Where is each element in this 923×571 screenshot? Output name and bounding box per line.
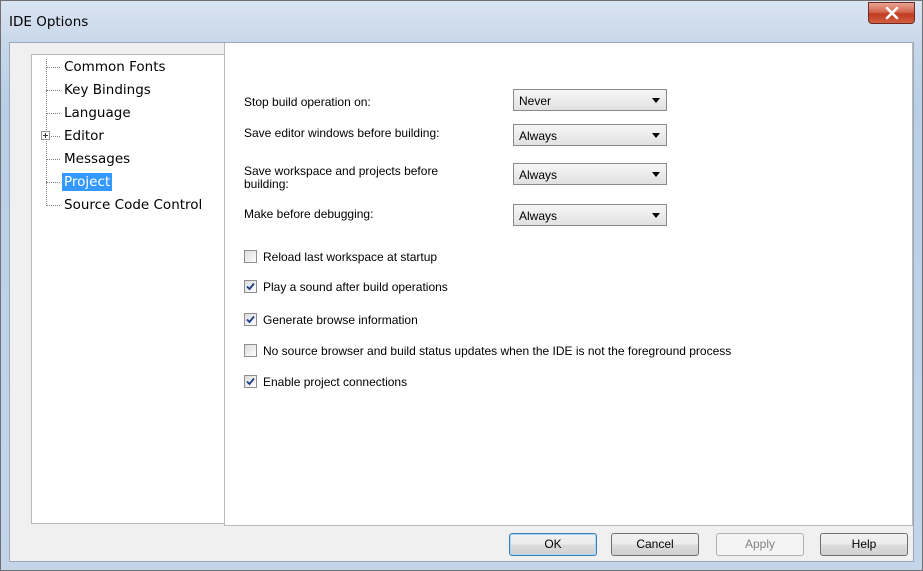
- ide-options-dialog: IDE Options Common Fonts Key Bindings La…: [0, 0, 923, 571]
- close-button[interactable]: [868, 2, 915, 24]
- checkbox-label: Enable project connections: [263, 375, 408, 389]
- checkbox-label: No source browser and build status updat…: [263, 344, 732, 358]
- dropdown-value: Always: [519, 168, 558, 182]
- chevron-down-icon: [652, 172, 660, 177]
- chevron-down-icon: [652, 98, 660, 103]
- stop-build-label: Stop build operation on:: [244, 95, 371, 109]
- checkbox-label: Generate browse information: [263, 313, 418, 327]
- tree-item-label: Source Code Control: [64, 197, 203, 213]
- tree-item-label: Key Bindings: [64, 82, 151, 98]
- enable-project-connections-checkbox[interactable]: [244, 375, 257, 388]
- close-x-icon: [885, 7, 899, 20]
- cancel-button[interactable]: Cancel: [611, 533, 699, 556]
- make-before-debug-label: Make before debugging:: [244, 207, 374, 221]
- save-editor-label: Save editor windows before building:: [244, 126, 440, 140]
- tree-item-label: Language: [64, 105, 131, 121]
- save-workspace-label-line2: building:: [244, 177, 289, 191]
- checkbox-label: Play a sound after build operations: [263, 280, 448, 294]
- expand-plus-icon[interactable]: [41, 131, 50, 140]
- help-button[interactable]: Help: [820, 533, 908, 556]
- project-settings-panel: Stop build operation on: Never Save edit…: [224, 43, 913, 526]
- no-source-browser-checkbox[interactable]: [244, 344, 257, 357]
- dropdown-value: Always: [519, 209, 558, 223]
- window-title: IDE Options: [9, 14, 89, 30]
- checkmark-icon: [246, 282, 255, 291]
- play-sound-checkbox[interactable]: [244, 280, 257, 293]
- generate-browse-checkbox[interactable]: [244, 313, 257, 326]
- tree-item-label: Editor: [64, 128, 104, 144]
- stop-build-dropdown[interactable]: Never: [513, 89, 667, 111]
- reload-workspace-checkbox[interactable]: [244, 250, 257, 263]
- checkbox-label: Reload last workspace at startup: [263, 250, 438, 264]
- title-bar[interactable]: IDE Options: [1, 1, 922, 43]
- save-editor-dropdown[interactable]: Always: [513, 124, 667, 146]
- checkmark-icon: [246, 377, 255, 386]
- tree-item-label: Messages: [64, 151, 131, 167]
- save-workspace-dropdown[interactable]: Always: [513, 163, 667, 185]
- tree-item-label: Project: [62, 173, 113, 191]
- chevron-down-icon: [652, 213, 660, 218]
- apply-button[interactable]: Apply: [716, 533, 804, 556]
- tree-item-label: Common Fonts: [64, 59, 166, 75]
- ok-button[interactable]: OK: [509, 533, 597, 556]
- checkmark-icon: [246, 315, 255, 324]
- make-before-debug-dropdown[interactable]: Always: [513, 204, 667, 226]
- options-tree: Common Fonts Key Bindings Language Edito…: [31, 54, 227, 524]
- dialog-client-area: Common Fonts Key Bindings Language Edito…: [9, 42, 914, 562]
- dropdown-value: Always: [519, 129, 558, 143]
- chevron-down-icon: [652, 133, 660, 138]
- dropdown-value: Never: [519, 94, 552, 108]
